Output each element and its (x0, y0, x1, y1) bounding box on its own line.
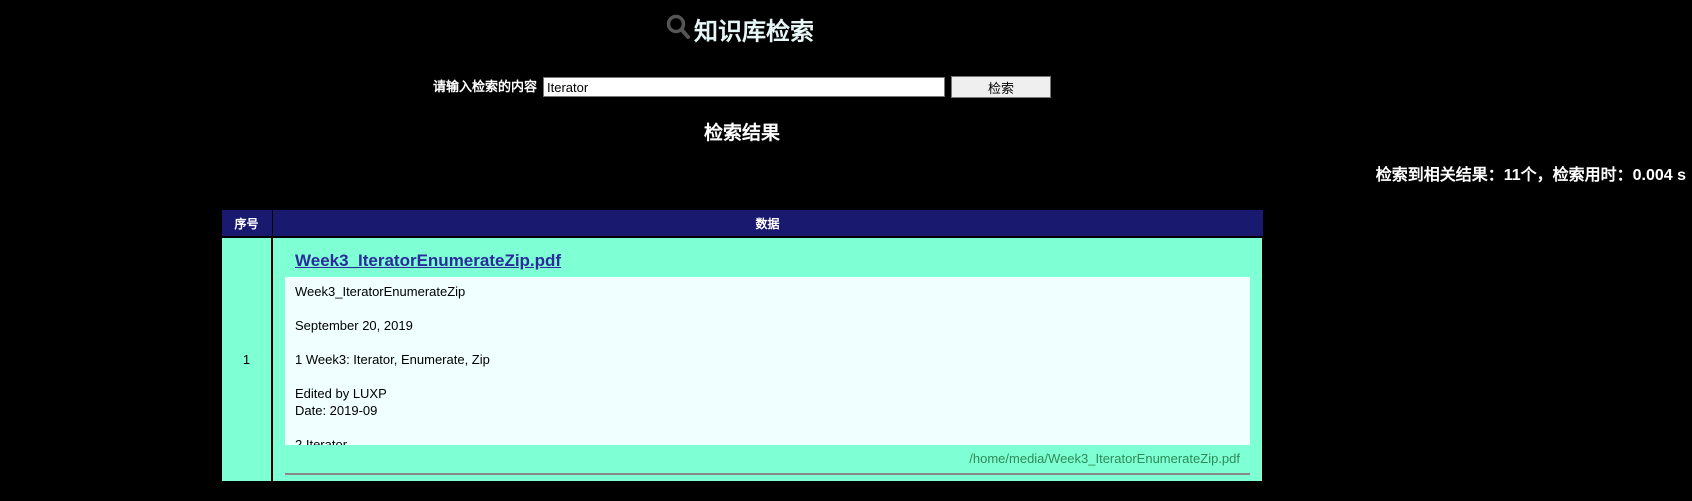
table-header-row: 序号 数据 (220, 209, 1264, 238)
result-title-link[interactable]: Week3_IteratorEnumerateZip.pdf (295, 250, 1250, 272)
results-heading: 检索结果 (703, 123, 780, 144)
search-button[interactable]: 检索 (951, 76, 1051, 98)
results-stats: 检索到相关结果：11个，检索用时：0.004 s (1375, 167, 1686, 184)
row-index: 1 (220, 236, 273, 481)
column-header-index: 序号 (220, 209, 273, 238)
page-title: 知识库检索 (0, 14, 1480, 51)
search-form: 请输入检索的内容 检索 (0, 76, 1692, 98)
page: 知识库检索 请输入检索的内容 检索 检索结果 检索到相关结果：11个，检索用时：… (0, 0, 1692, 501)
results-table: 序号 数据 1 Week3_IteratorEnumerateZip.pdf W… (220, 209, 1264, 481)
table-row: 1 Week3_IteratorEnumerateZip.pdf Week3_I… (220, 236, 1264, 481)
result-path: /home/media/Week3_IteratorEnumerateZip.p… (969, 451, 1240, 466)
search-label: 请输入检索的内容 (432, 79, 537, 94)
page-title-text: 知识库检索 (694, 18, 814, 46)
column-header-data: 数据 (271, 209, 1264, 238)
search-icon (666, 14, 690, 51)
row-divider (285, 473, 1250, 475)
row-data-cell: Week3_IteratorEnumerateZip.pdf Week3_Ite… (271, 236, 1264, 481)
search-input[interactable] (543, 77, 945, 97)
result-excerpt: Week3_IteratorEnumerateZip September 20,… (285, 277, 1250, 445)
